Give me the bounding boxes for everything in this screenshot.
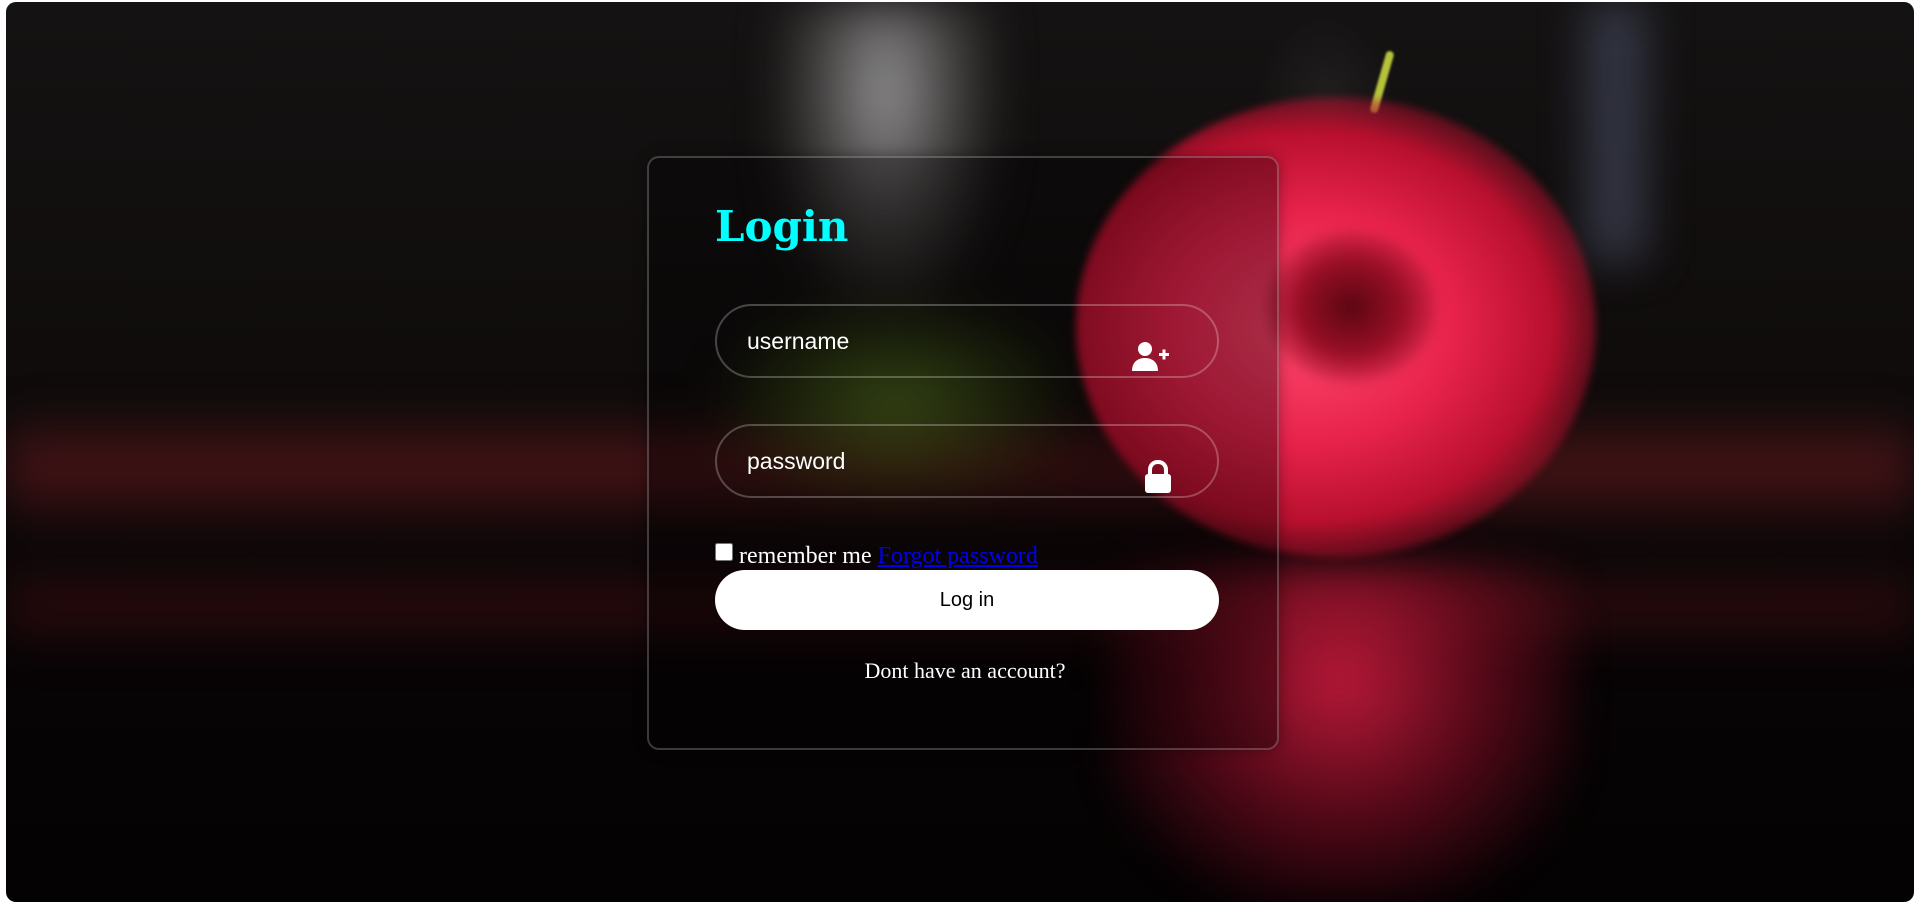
signup-prompt: Dont have an account? xyxy=(864,658,1066,683)
password-input[interactable] xyxy=(747,426,1127,496)
rose-center xyxy=(1266,232,1436,382)
background-blue-patch xyxy=(1586,2,1646,262)
login-card: Login remember me Forg xyxy=(647,156,1279,750)
username-input[interactable] xyxy=(747,306,1127,376)
login-button[interactable]: Log in xyxy=(715,570,1219,630)
page-background: Login remember me Forg xyxy=(6,2,1914,902)
remember-label: remember me xyxy=(739,543,872,569)
username-field[interactable] xyxy=(715,304,1219,378)
user-plus-icon xyxy=(1131,338,1171,378)
remember-checkbox[interactable] xyxy=(715,543,733,561)
remember-row: remember me Forgot password xyxy=(715,541,1038,571)
login-title: Login xyxy=(715,202,849,251)
forgot-password-link[interactable]: Forgot password xyxy=(878,543,1038,569)
lock-icon xyxy=(1143,459,1183,500)
password-field[interactable] xyxy=(715,424,1219,498)
